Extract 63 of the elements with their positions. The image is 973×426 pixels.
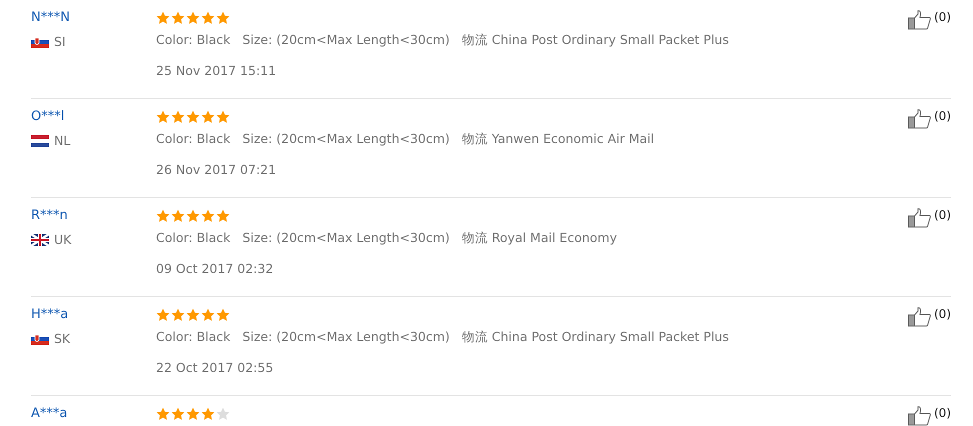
thumbs-up-icon: [908, 307, 932, 327]
shipping-method: 物流 China Post Ordinary Small Packet Plus: [462, 329, 729, 346]
star-icon: [186, 11, 200, 25]
star-icon: [171, 308, 185, 322]
reviewer-name: A***a: [31, 406, 68, 421]
reviewer-name: H***a: [31, 307, 68, 322]
thumbs-up-icon: [908, 208, 932, 228]
thumbs-up-icon: [908, 109, 932, 129]
flag-icon: [31, 332, 49, 344]
shipping-method: 物流 Yanwen Economic Air Mail: [462, 131, 654, 148]
flag-icon: [31, 36, 49, 48]
star-icon: [156, 110, 170, 124]
star-icon: [216, 110, 230, 124]
shipping-method: 物流 Royal Mail Economy: [462, 230, 617, 247]
star-icon: [171, 11, 185, 25]
star-icon: [216, 308, 230, 322]
review-date: 26 Nov 2017 07:21: [156, 162, 276, 177]
star-icon: [171, 407, 185, 421]
star-icon: [156, 308, 170, 322]
star-icon: [216, 11, 230, 25]
star-icon: [156, 11, 170, 25]
like-button[interactable]: (0): [908, 208, 951, 228]
size-option: Size: (20cm<Max Length<30cm): [242, 329, 450, 346]
star-icon: [201, 11, 215, 25]
star-icon: [186, 110, 200, 124]
review-date: 22 Oct 2017 02:55: [156, 360, 274, 375]
country-code: SI: [54, 34, 66, 49]
size-option: Size: (20cm<Max Length<30cm): [242, 131, 450, 148]
thumbs-up-icon: [908, 10, 932, 30]
reviewer-name: R***n: [31, 208, 68, 223]
country-code: UK: [54, 232, 72, 247]
flag-icon: [31, 234, 49, 246]
star-icon: [186, 209, 200, 223]
star-icon: [201, 407, 215, 421]
star-icon: [186, 407, 200, 421]
color-option: Color: Black: [156, 131, 230, 148]
star-icon: [216, 407, 230, 421]
color-option: Color: Black: [156, 32, 230, 49]
star-icon: [216, 209, 230, 223]
star-icon: [171, 209, 185, 223]
star-icon: [156, 209, 170, 223]
color-option: Color: Black: [156, 329, 230, 346]
size-option: Size: (20cm<Max Length<30cm): [242, 32, 450, 49]
star-icon: [171, 110, 185, 124]
star-icon: [201, 209, 215, 223]
color-option: Color: Black: [156, 230, 230, 247]
like-button[interactable]: (0): [908, 307, 951, 327]
flag-icon: [31, 134, 49, 146]
star-icon: [156, 407, 170, 421]
size-option: Size: (20cm<Max Length<30cm): [242, 230, 450, 247]
like-button[interactable]: (0): [908, 406, 951, 426]
star-icon: [201, 308, 215, 322]
star-icon: [186, 308, 200, 322]
like-button[interactable]: (0): [908, 109, 951, 129]
review-date: 25 Nov 2017 15:11: [156, 63, 276, 78]
country-code: SK: [54, 331, 70, 346]
review-date: 09 Oct 2017 02:32: [156, 261, 274, 276]
reviewer-name: O***l: [31, 109, 64, 124]
reviewer-name: N***N: [31, 10, 70, 25]
star-icon: [201, 110, 215, 124]
country-code: NL: [54, 133, 70, 148]
shipping-method: 物流 China Post Ordinary Small Packet Plus: [462, 32, 729, 49]
like-button[interactable]: (0): [908, 10, 951, 30]
